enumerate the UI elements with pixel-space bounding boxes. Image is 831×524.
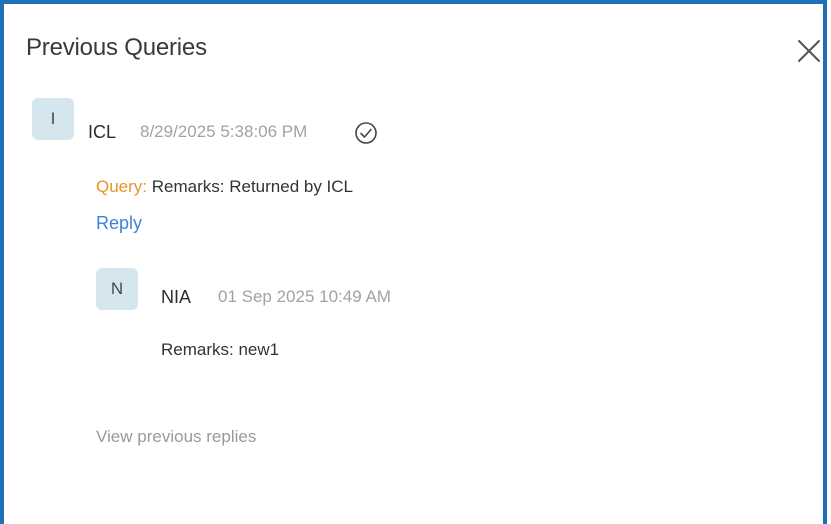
reply-author: NIA — [161, 287, 192, 307]
reply-timestamp: 01 Sep 2025 10:49 AM — [218, 287, 391, 306]
query-label: Query: — [96, 177, 148, 196]
query-timestamp: 8/29/2025 5:38:06 PM — [140, 122, 308, 141]
query-remarks: Remarks: Returned by ICL — [147, 177, 353, 196]
reply-text: Remarks: new1 — [161, 340, 280, 359]
view-previous-replies-link[interactable]: View previous replies — [96, 427, 256, 447]
avatar: N — [96, 268, 138, 310]
avatar: I — [32, 98, 74, 140]
reply-link[interactable]: Reply — [96, 213, 142, 234]
previous-queries-dialog: Previous Queries I ICL 8/29/2025 5:38:06… — [0, 0, 827, 524]
query-author: ICL — [88, 122, 117, 142]
query-text: Query: Remarks: Returned by ICL — [96, 177, 353, 197]
check-circle-icon — [355, 122, 377, 144]
close-icon[interactable] — [794, 36, 824, 66]
dialog-title: Previous Queries — [26, 34, 207, 61]
